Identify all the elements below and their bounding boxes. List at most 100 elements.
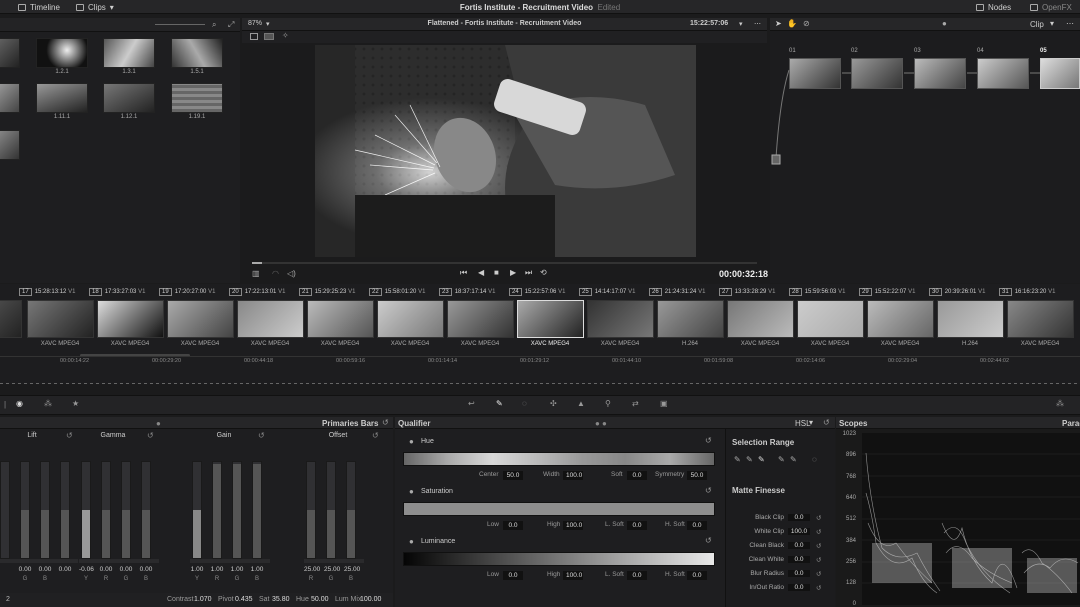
viewer-layout-icon[interactable]: ▥ xyxy=(252,269,260,278)
reset-icon[interactable]: ↺ xyxy=(705,536,712,545)
reset-icon[interactable]: ↺ xyxy=(816,584,821,592)
timeline-clip[interactable] xyxy=(587,300,654,338)
reset-icon[interactable]: ↺ xyxy=(816,570,821,578)
high-value[interactable]: 100.0 xyxy=(563,521,583,530)
matte-value[interactable]: 0.0 xyxy=(788,570,810,577)
low-value[interactable]: 0.0 xyxy=(503,521,523,530)
wheel-jog[interactable] xyxy=(190,559,270,563)
window-icon[interactable]: ◌ xyxy=(522,399,527,408)
play-icon[interactable]: ▶ xyxy=(510,268,516,277)
pool-thumb[interactable] xyxy=(103,38,155,68)
lsoft-value[interactable]: 0.0 xyxy=(627,571,647,580)
3d-icon[interactable]: ▣ xyxy=(660,399,668,408)
center-value[interactable]: 50.0 xyxy=(503,471,523,480)
timeline-ruler[interactable]: 00:00:14:22 00:00:29:20 00:00:44:18 00:00:5… xyxy=(0,356,1080,366)
more-icon[interactable]: ⋯ xyxy=(754,20,761,28)
wheel-value[interactable]: 1.00 xyxy=(210,566,224,573)
scopes-icon[interactable]: ⁂ xyxy=(1056,399,1064,408)
feather-minus-icon[interactable]: ✎ xyxy=(778,455,785,464)
matte-value[interactable]: 0.0 xyxy=(788,584,810,591)
wheel-value[interactable]: 0.00 xyxy=(18,566,32,573)
level-bar[interactable] xyxy=(306,461,316,559)
skip-start-icon[interactable]: ⏮ xyxy=(460,268,467,278)
lsoft-value[interactable]: 0.0 xyxy=(627,521,647,530)
pivot-value[interactable]: 0.435 xyxy=(235,596,253,603)
timeline-clip[interactable] xyxy=(447,300,514,338)
eyedropper-icon[interactable]: ✎ xyxy=(734,455,741,464)
search-icon[interactable]: ⌕ xyxy=(212,20,216,30)
level-bar[interactable] xyxy=(212,461,222,559)
hue-gradient[interactable] xyxy=(403,452,715,466)
timeline-clip[interactable] xyxy=(237,300,304,338)
wheel-jog[interactable] xyxy=(79,559,159,563)
scope-mode-select[interactable]: Parad xyxy=(1062,419,1080,428)
pool-thumb[interactable] xyxy=(0,83,20,113)
reverse-icon[interactable]: ◀ xyxy=(478,268,484,277)
lummix-value[interactable]: 100.00 xyxy=(360,596,381,603)
level-bar[interactable] xyxy=(40,461,50,559)
reset-icon[interactable]: ↺ xyxy=(705,486,712,495)
primaries-mode-title[interactable]: Primaries Bars xyxy=(322,419,378,428)
reset-icon[interactable]: ↺ xyxy=(816,514,821,522)
timeline-clip[interactable] xyxy=(27,300,94,338)
hsoft-value[interactable]: 0.0 xyxy=(687,571,707,580)
timeline-clip[interactable] xyxy=(727,300,794,338)
wheel-value[interactable]: 0.00 xyxy=(99,566,113,573)
contrast-value[interactable]: 1.070 xyxy=(194,596,212,603)
tracker-icon[interactable]: ✣ xyxy=(550,399,557,408)
sparkle-icon[interactable]: ✧ xyxy=(282,31,289,40)
thumb-size-slider[interactable] xyxy=(155,24,205,25)
matte-value[interactable]: 100.0 xyxy=(788,528,810,535)
viewer-mode-icon[interactable] xyxy=(250,33,258,40)
pool-thumb[interactable] xyxy=(0,130,20,160)
symmetry-value[interactable]: 50.0 xyxy=(687,471,707,480)
timeline-clip[interactable] xyxy=(1007,300,1074,338)
level-bar[interactable] xyxy=(346,461,356,559)
timeline-clip[interactable] xyxy=(517,300,584,338)
sizing-icon[interactable]: ⇄ xyxy=(632,399,639,408)
pool-thumb[interactable] xyxy=(171,83,223,113)
volume-icon[interactable]: ◁) xyxy=(287,269,296,278)
width-value[interactable]: 100.0 xyxy=(563,471,583,480)
timeline-clip[interactable] xyxy=(167,300,234,338)
wheel-value[interactable]: 1.00 xyxy=(250,566,264,573)
wheel-value[interactable]: 1.00 xyxy=(190,566,204,573)
rgb-mixer-icon[interactable]: ⁂ xyxy=(44,399,52,408)
star-icon[interactable]: ★ xyxy=(72,399,79,408)
level-bar[interactable] xyxy=(121,461,131,559)
eye-icon[interactable]: ◠ xyxy=(272,269,279,278)
low-value[interactable]: 0.0 xyxy=(503,571,523,580)
timeline-clip[interactable] xyxy=(797,300,864,338)
pool-thumb[interactable] xyxy=(103,83,155,113)
high-value[interactable]: 100.0 xyxy=(563,571,583,580)
hsoft-value[interactable]: 0.0 xyxy=(687,521,707,530)
color-wheels-icon[interactable]: ◉ xyxy=(16,399,23,408)
wheel-value[interactable]: 0.00 xyxy=(38,566,52,573)
chevron-down-icon[interactable]: ▾ xyxy=(739,20,743,28)
level-bar[interactable] xyxy=(0,461,10,559)
expand-icon[interactable]: ⤢ xyxy=(228,20,234,30)
sat-value[interactable]: 35.80 xyxy=(272,596,290,603)
matte-value[interactable]: 0.0 xyxy=(788,514,810,521)
curves-icon[interactable]: ↩ xyxy=(468,399,475,408)
level-bar[interactable] xyxy=(192,461,202,559)
wheel-value[interactable]: 25.00 xyxy=(324,566,340,573)
skip-end-icon[interactable]: ⏭ xyxy=(525,268,532,278)
reset-icon[interactable]: ↺ xyxy=(705,436,712,445)
timeline-clip[interactable] xyxy=(657,300,724,338)
nodes-toggle[interactable]: Nodes xyxy=(976,2,1011,12)
reset-icon[interactable]: ↺ xyxy=(816,556,821,564)
key-icon[interactable]: ⚲ xyxy=(605,399,611,408)
reset-icon[interactable]: ↺ xyxy=(372,431,379,440)
saturation-gradient[interactable] xyxy=(403,502,715,516)
eyedropper-minus-icon[interactable]: ✎ xyxy=(746,455,753,464)
hue-toggle-icon[interactable]: ● xyxy=(409,437,414,446)
wheel-value[interactable]: 25.00 xyxy=(344,566,360,573)
level-bar[interactable] xyxy=(81,461,91,559)
openfx-toggle[interactable]: OpenFX xyxy=(1030,2,1072,12)
viewer-scrub-bar[interactable] xyxy=(252,262,757,264)
hue-value[interactable]: 50.00 xyxy=(311,596,329,603)
pool-thumb[interactable] xyxy=(171,38,223,68)
wheel-value[interactable]: 1.00 xyxy=(230,566,244,573)
qualifier-eyedropper-icon[interactable]: ✎ xyxy=(496,399,503,408)
